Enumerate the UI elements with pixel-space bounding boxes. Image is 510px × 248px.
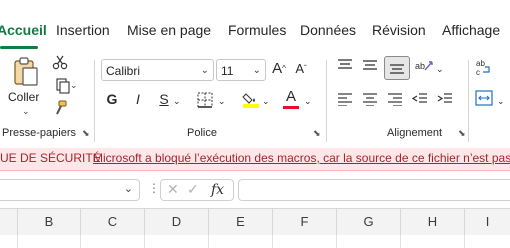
chevron-down-icon[interactable]: ⌄: [124, 182, 133, 195]
tab-formules[interactable]: Formules: [228, 22, 286, 38]
paste-button[interactable]: Coller ⌄: [8, 56, 44, 116]
merge-center-icon[interactable]: [474, 90, 494, 110]
security-warning-link[interactable]: Microsoft a bloqué l’exécution des macro…: [93, 151, 510, 165]
chevron-down-icon: ⌄: [200, 65, 209, 76]
column-header-f[interactable]: F: [273, 209, 337, 235]
enter-icon[interactable]: ✓: [187, 181, 199, 198]
name-box[interactable]: ⌄: [0, 179, 140, 201]
align-right-icon[interactable]: [386, 92, 404, 110]
tab-mise-en-page[interactable]: Mise en page: [127, 22, 211, 38]
copy-icon[interactable]: ⌄: [50, 78, 78, 98]
tab-accueil[interactable]: Accueil: [0, 22, 47, 38]
security-warning-bar: UE DE SÉCURITÉ Microsoft a bloqué l’exéc…: [0, 148, 510, 171]
column-header[interactable]: [0, 209, 18, 235]
cut-icon[interactable]: [51, 54, 69, 74]
insert-function-icon[interactable]: fx: [211, 182, 224, 198]
column-header-i[interactable]: I: [465, 209, 510, 235]
align-top-icon[interactable]: [336, 58, 354, 76]
chevron-down-icon: ⌄: [252, 65, 261, 76]
font-color-swatch: [283, 106, 299, 109]
cancel-icon[interactable]: ✕: [167, 181, 179, 198]
formula-bar: ⌄ ⋮ ✕ ✓ fx: [0, 171, 510, 205]
svg-text:ab: ab: [476, 59, 485, 68]
align-center-icon[interactable]: [361, 92, 379, 110]
grow-font-button[interactable]: A^: [270, 60, 288, 78]
font-color-button[interactable]: A: [282, 88, 300, 109]
group-divider: [94, 60, 95, 142]
worksheet-cells[interactable]: [0, 235, 510, 248]
column-header-h[interactable]: H: [401, 209, 465, 235]
security-warning-title: UE DE SÉCURITÉ: [0, 151, 101, 165]
font-name-select[interactable]: Calibri ⌄: [101, 59, 214, 81]
group-divider: [326, 60, 327, 142]
paste-icon: [14, 57, 38, 86]
dialog-launcher-icon[interactable]: ⬊: [82, 129, 90, 138]
chevron-down-icon[interactable]: ⌄: [262, 92, 270, 110]
ribbon: Coller ⌄ ⌄ Presse-papiers ⬊ Calibri ⌄ 11…: [0, 54, 510, 148]
formula-controls: ✕ ✓ fx: [160, 179, 234, 201]
font-size-value: 11: [221, 64, 234, 78]
chevron-down-icon[interactable]: ⌄: [497, 92, 505, 110]
paste-label: Coller: [8, 90, 40, 104]
clipboard-group-label: Presse-papiers: [2, 127, 76, 139]
column-header-g[interactable]: G: [337, 209, 401, 235]
column-header-d[interactable]: D: [145, 209, 209, 235]
increase-indent-icon[interactable]: [436, 92, 454, 110]
shrink-font-button[interactable]: Aˇ: [292, 60, 310, 78]
svg-text:c: c: [476, 68, 480, 76]
italic-button[interactable]: I: [130, 90, 146, 108]
dialog-launcher-icon[interactable]: ⬊: [458, 129, 466, 138]
align-left-icon[interactable]: [336, 92, 354, 110]
underline-button[interactable]: S: [156, 90, 172, 108]
chevron-down-icon[interactable]: ⌄: [218, 92, 226, 110]
align-middle-icon[interactable]: [361, 58, 379, 76]
font-name-value: Calibri: [106, 64, 141, 78]
formula-input[interactable]: [238, 179, 510, 201]
svg-text:ab: ab: [415, 61, 425, 71]
tab-insertion[interactable]: Insertion: [56, 22, 110, 38]
tab-revision[interactable]: Révision: [372, 22, 426, 38]
font-size-select[interactable]: 11 ⌄: [216, 59, 266, 81]
tab-affichage[interactable]: Affichage: [442, 22, 500, 38]
chevron-down-icon[interactable]: ⌄: [304, 92, 312, 110]
format-painter-icon[interactable]: [51, 100, 69, 120]
alignment-group-label: Alignement: [387, 127, 443, 139]
align-bottom-icon[interactable]: [384, 56, 410, 80]
bold-button[interactable]: G: [104, 90, 120, 108]
borders-icon[interactable]: [196, 92, 214, 112]
dialog-launcher-icon[interactable]: ⬊: [313, 129, 321, 138]
column-header-c[interactable]: C: [81, 209, 145, 235]
ribbon-tabs: Accueil Insertion Mise en page Formules …: [0, 0, 510, 54]
group-divider: [468, 60, 469, 142]
fill-color-icon[interactable]: [241, 90, 261, 112]
chevron-down-icon: ⌄: [22, 106, 30, 116]
column-header-b[interactable]: B: [18, 209, 81, 235]
orientation-icon[interactable]: ab: [414, 58, 434, 78]
column-header-e[interactable]: E: [209, 209, 273, 235]
chevron-down-icon[interactable]: ⌄: [173, 92, 181, 110]
more-options-icon[interactable]: ⋮: [148, 181, 160, 195]
column-headers: B C D E F G H I: [0, 208, 510, 236]
font-group-label: Police: [187, 127, 217, 139]
chevron-down-icon[interactable]: ⌄: [436, 60, 444, 78]
wrap-text-icon[interactable]: ab c: [474, 58, 494, 80]
active-tab-indicator: [0, 46, 38, 49]
tab-donnees[interactable]: Données: [300, 22, 356, 38]
decrease-indent-icon[interactable]: [411, 92, 429, 110]
